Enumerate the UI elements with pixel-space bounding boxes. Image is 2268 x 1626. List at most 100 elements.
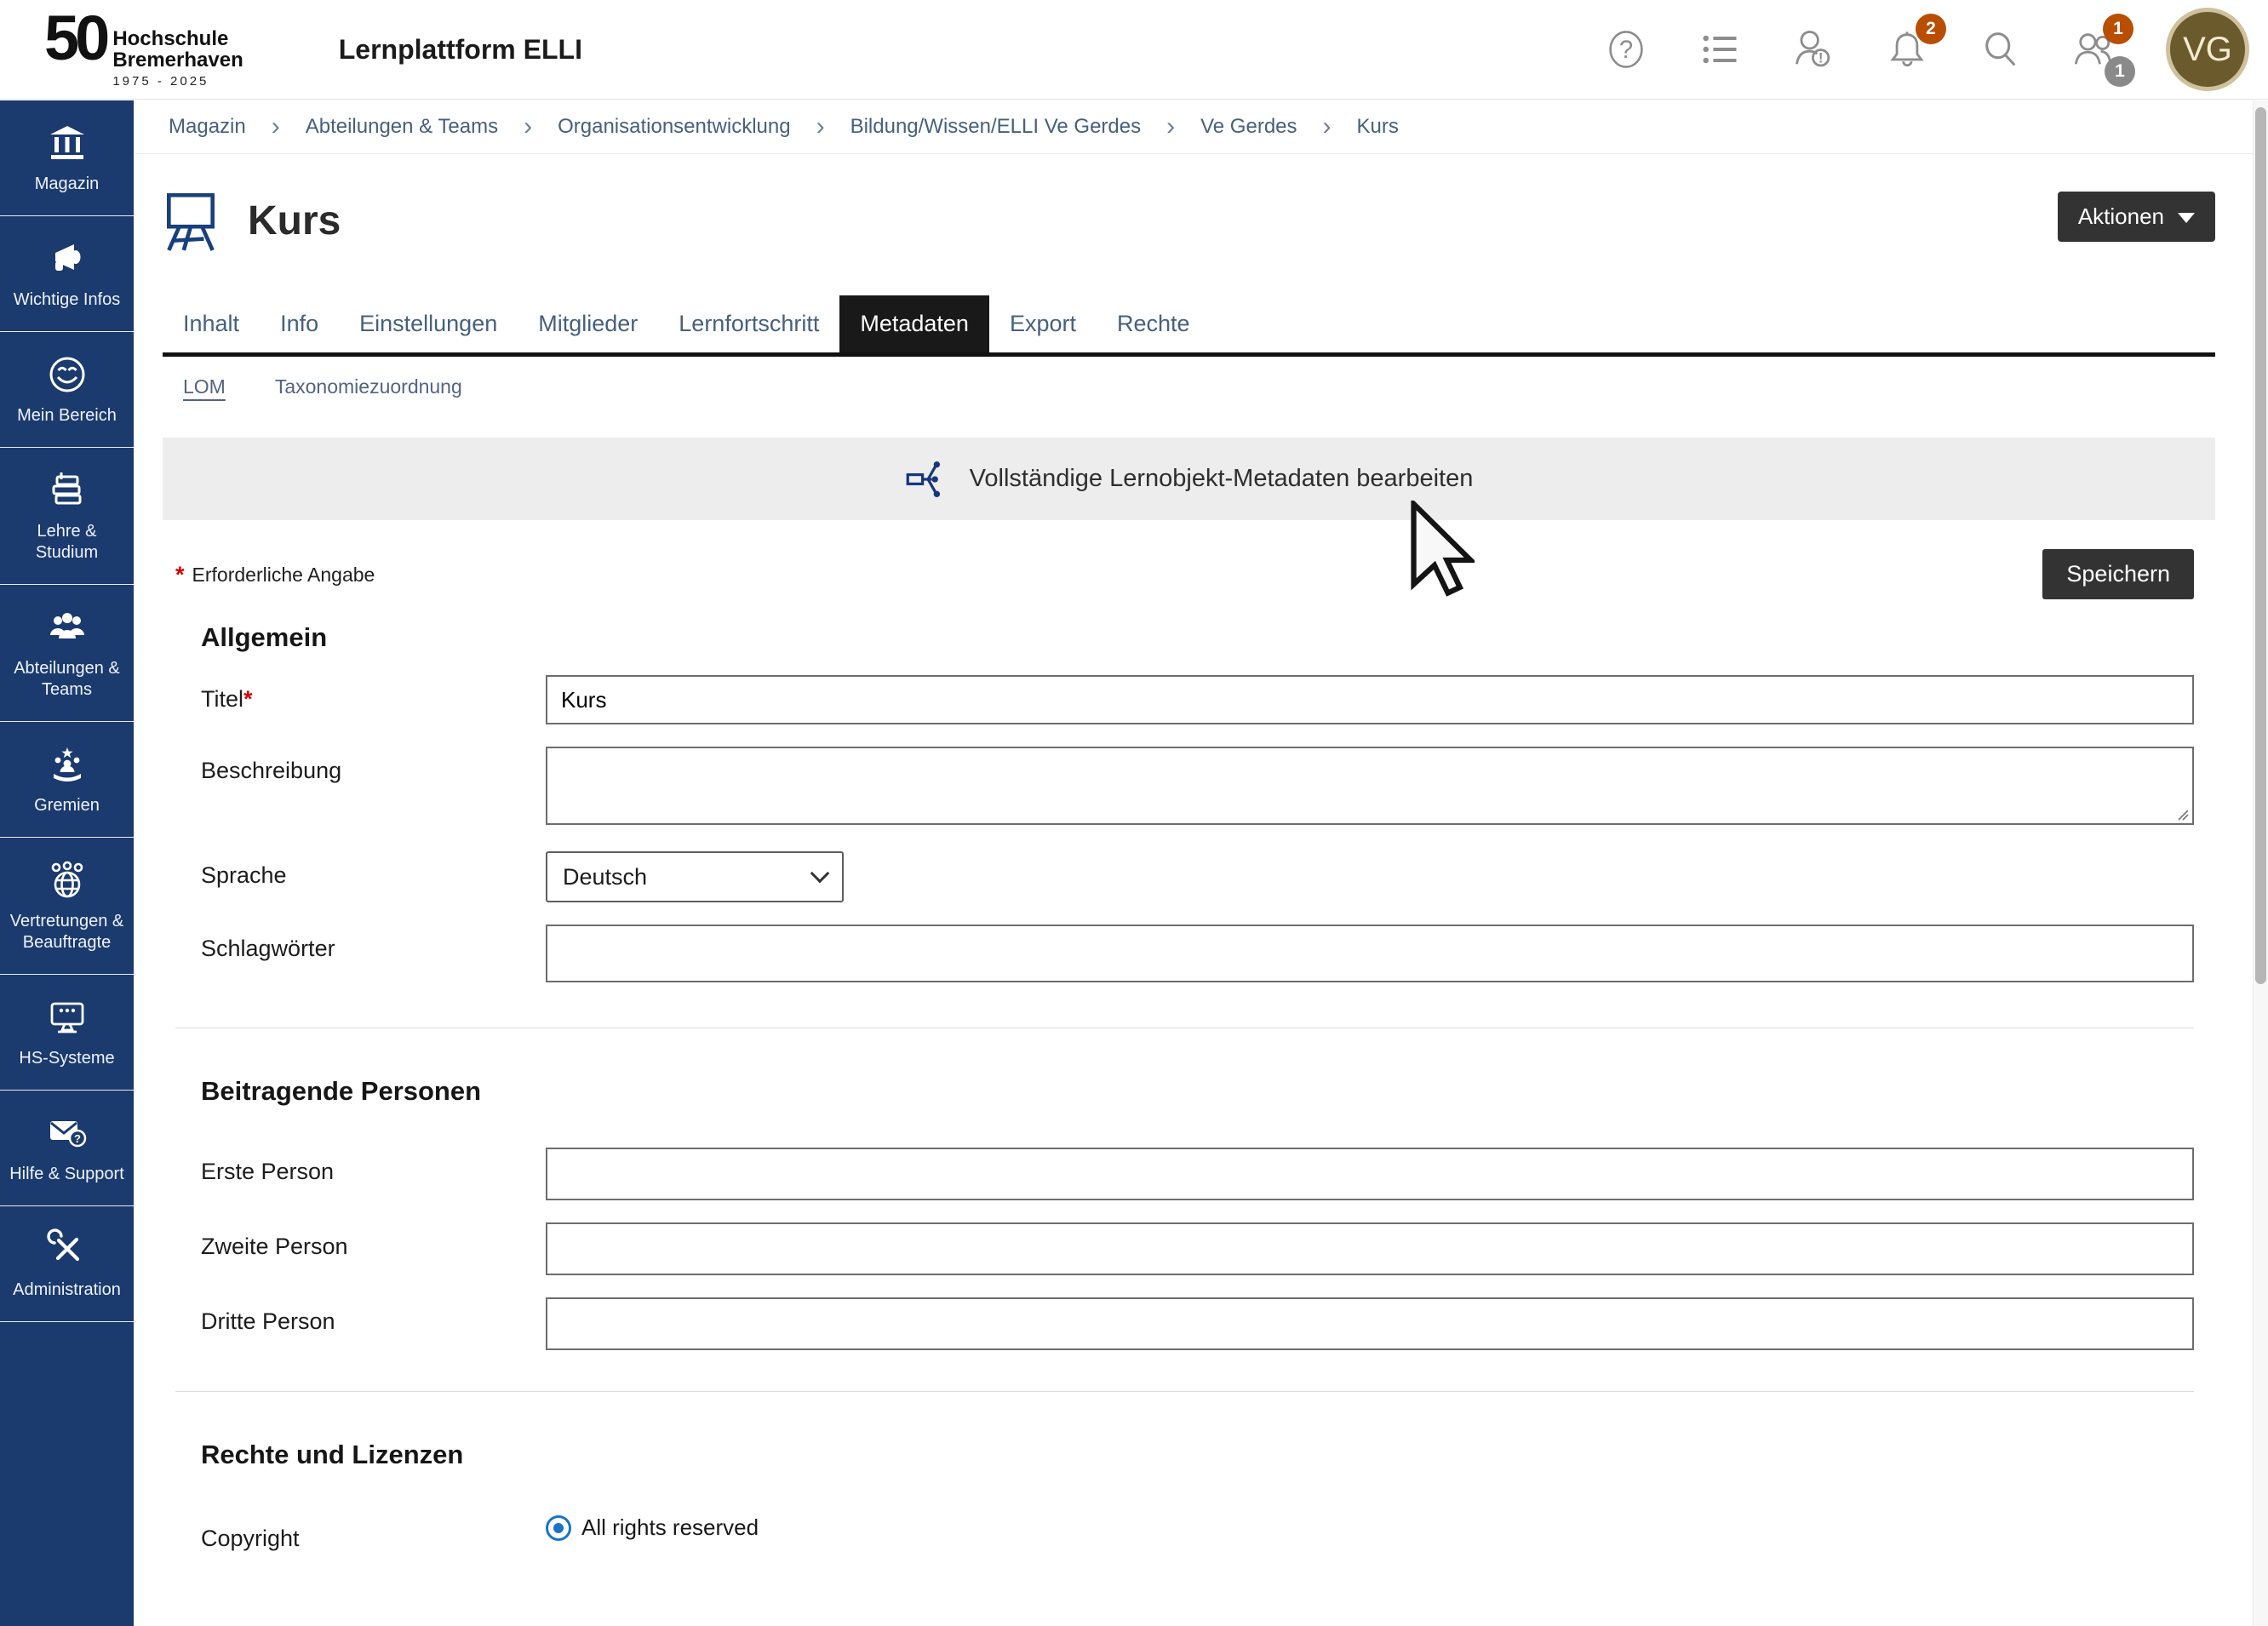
radio-dot [553,1523,564,1533]
sidebar-item-label: Administration [13,1280,121,1301]
schlagwoerter-textarea[interactable] [546,925,2194,982]
erste-person-input[interactable] [546,1148,2194,1200]
chevron-right-icon: › [1166,114,1175,140]
books-icon [47,470,88,511]
actions-button-label: Aktionen [2078,203,2164,230]
user-status-icon[interactable]: ! [1791,27,1836,72]
svg-text:!: ! [1818,51,1823,66]
chevron-down-icon [810,864,830,884]
breadcrumb-item[interactable]: Ve Gerdes [1200,115,1297,139]
sprache-label: Sprache [201,851,546,889]
course-easel-icon [163,188,219,253]
notifications-icon[interactable]: 2 [1885,27,1929,72]
form-row-zweite-person: Zweite Person [163,1222,2215,1275]
sidebar-item-abteilungen-teams[interactable]: Abteilungen & Teams [0,585,134,722]
sidebar-item-lehre-studium[interactable]: Lehre & Studium [0,448,134,585]
contacts-icon[interactable]: 1 1 [2072,27,2116,72]
section-divider [175,1391,2194,1392]
tab-mitglieder[interactable]: Mitglieder [518,295,658,352]
subtab-lom[interactable]: LOM [183,375,226,398]
required-hint-row: * Erforderliche Angabe Speichern [163,549,2215,600]
banner-label: Vollständige Lernobjekt-Metadaten bearbe… [970,465,1474,493]
chevron-right-icon: › [524,114,532,140]
museum-icon [47,123,88,163]
sidebar-item-hs-systeme[interactable]: HS-Systeme [0,975,134,1091]
main-area: Magazin › Abteilungen & Teams › Organisa… [135,100,2253,1626]
copyright-option-label: All rights reserved [581,1514,759,1541]
sidebar-item-label: HS-Systeme [19,1048,114,1069]
sidebar-item-hilfe-support[interactable]: ? Hilfe & Support [0,1091,134,1206]
titel-input[interactable] [546,675,2194,724]
tab-bar: Inhalt Info Einstellungen Mitglieder Ler… [163,295,2215,357]
zweite-person-input[interactable] [546,1222,2194,1275]
dritte-person-input[interactable] [546,1297,2194,1350]
sidebar-item-wichtige-infos[interactable]: Wichtige Infos [0,216,134,332]
contacts-badge-secondary: 1 [2105,56,2135,87]
beschreibung-textarea[interactable] [546,747,2194,825]
sidebar-item-label: Magazin [35,174,100,195]
tab-export[interactable]: Export [989,295,1097,352]
committee-icon [47,744,88,785]
save-button[interactable]: Speichern [2042,549,2194,599]
sprache-select[interactable]: Deutsch [546,851,844,902]
sidebar: Magazin Wichtige Infos Mein Bereich [0,100,134,1626]
sidebar-item-magazin[interactable]: Magazin [0,100,134,216]
sidebar-item-administration[interactable]: Administration [0,1206,134,1322]
form-row-schlagwoerter: Schlagwörter [163,925,2215,987]
breadcrumb-item[interactable]: Organisationsentwicklung [558,115,790,139]
titel-label: Titel [201,686,243,712]
contacts-badge: 1 [2103,14,2133,44]
breadcrumb-item[interactable]: Bildung/Wissen/ELLI Ve Gerdes [850,115,1142,139]
list-icon[interactable] [1698,27,1742,72]
sidebar-item-label: Abteilungen & Teams [5,658,129,701]
required-asterisk: * [243,686,253,712]
tab-einstellungen[interactable]: Einstellungen [339,295,518,352]
breadcrumb-item[interactable]: Kurs [1357,115,1399,139]
actions-button[interactable]: Aktionen [2058,192,2215,242]
mail-help-icon: ? [47,1113,88,1154]
tab-inhalt[interactable]: Inhalt [163,295,260,352]
tab-metadaten[interactable]: Metadaten [839,295,989,352]
vertical-scrollbar[interactable] [2253,100,2268,1626]
search-icon[interactable] [1979,27,2023,72]
app-title: Lernplattform ELLI [339,34,582,66]
form-row-beschreibung: Beschreibung [163,747,2215,829]
tools-icon [47,1228,88,1269]
section-heading-allgemein: Allgemein [201,622,2215,653]
logo-line1: Hochschule [112,29,243,49]
subtab-taxonomiezuordnung[interactable]: Taxonomiezuordnung [275,375,462,398]
form-row-erste-person: Erste Person [163,1148,2215,1200]
copyright-radio[interactable] [546,1515,571,1541]
subtab-bar: LOM Taxonomiezuordnung [163,357,2215,412]
scrollbar-thumb[interactable] [2255,107,2266,984]
sidebar-item-label: Wichtige Infos [14,289,121,311]
erste-person-label: Erste Person [201,1148,546,1185]
breadcrumb-item[interactable]: Magazin [169,115,246,139]
required-asterisk: * [175,562,185,588]
screen: 50 Hochschule Bremerhaven 1975 - 2025 Le… [0,0,2268,1626]
form-row-copyright: Copyright All rights reserved [163,1514,2215,1552]
sidebar-item-vertretungen[interactable]: Vertretungen & Beauftragte [0,838,134,975]
edit-full-metadata-banner[interactable]: Vollständige Lernobjekt-Metadaten bearbe… [163,438,2215,520]
metadata-tree-icon [905,457,949,501]
megaphone-icon [47,238,88,279]
sidebar-item-gremien[interactable]: Gremien [0,722,134,838]
form-row-titel: Titel* [163,675,2215,724]
sidebar-item-mein-bereich[interactable]: Mein Bereich [0,332,134,448]
tab-lernfortschritt[interactable]: Lernfortschritt [658,295,839,352]
copyright-label: Copyright [201,1514,546,1552]
resize-handle[interactable] [2177,809,2189,821]
help-icon[interactable]: ? [1604,27,1648,72]
beschreibung-label: Beschreibung [201,747,546,784]
required-hint: Erforderliche Angabe [192,564,375,587]
sidebar-item-label: Gremien [34,795,100,816]
svg-text:?: ? [74,1132,81,1145]
page-title: Kurs [248,198,341,244]
tab-info[interactable]: Info [260,295,339,352]
tab-rechte[interactable]: Rechte [1097,295,1211,352]
breadcrumb-item[interactable]: Abteilungen & Teams [306,115,498,139]
avatar[interactable]: VG [2166,8,2249,91]
logo-50-mark: 50 [44,10,106,67]
form-row-dritte-person: Dritte Person [163,1297,2215,1350]
university-logo[interactable]: 50 Hochschule Bremerhaven 1975 - 2025 [44,10,243,89]
